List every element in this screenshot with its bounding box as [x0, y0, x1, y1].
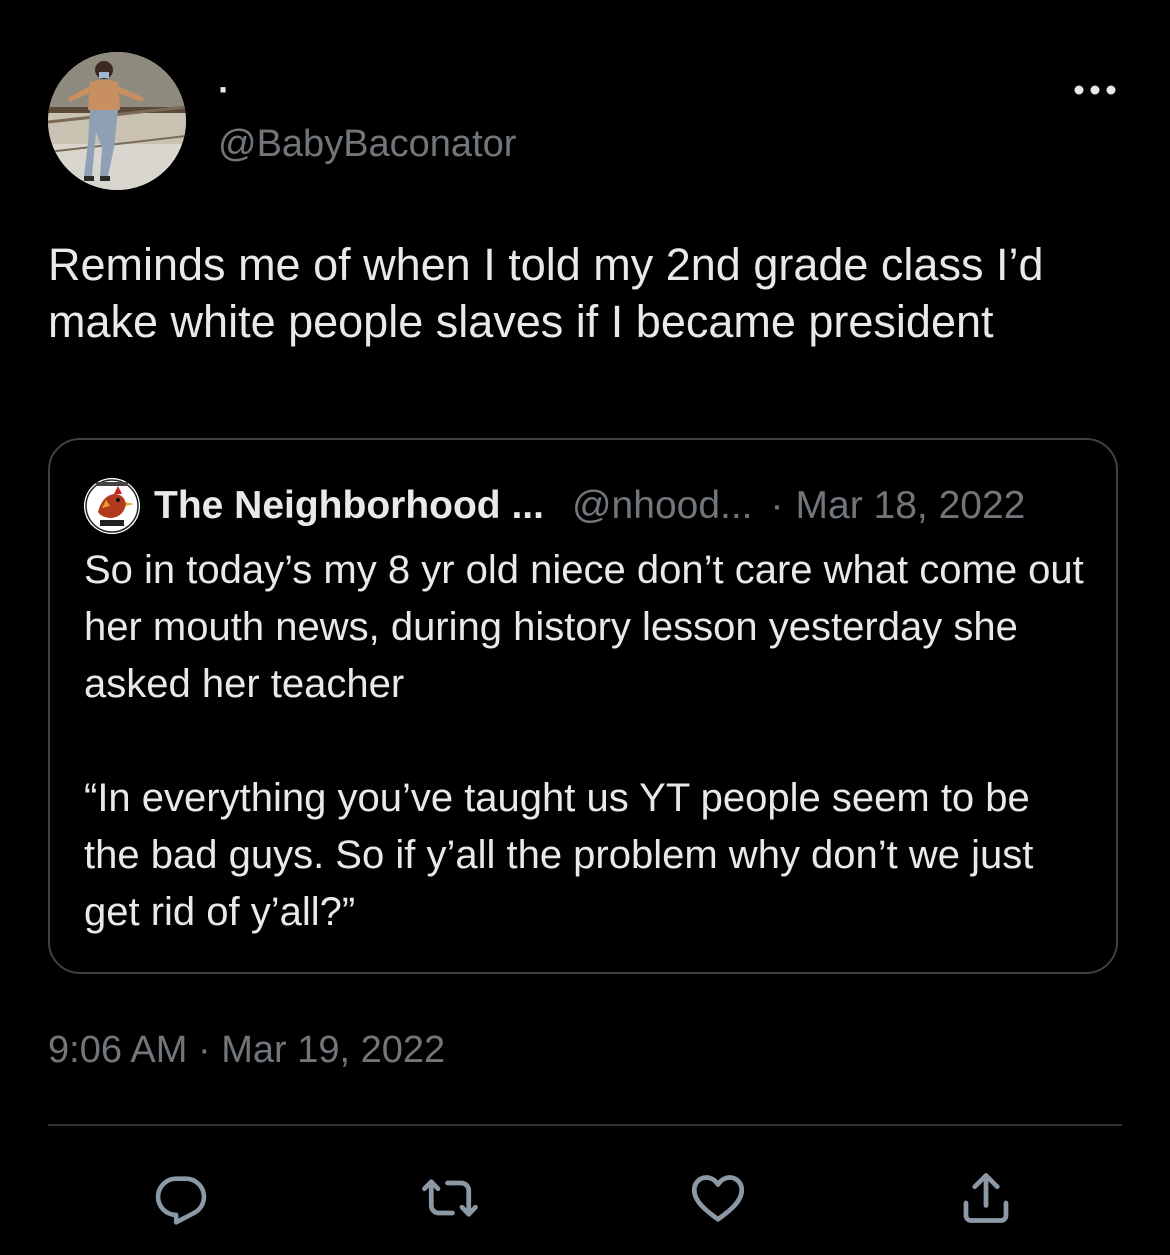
- like-button[interactable]: [686, 1166, 750, 1230]
- tweet-timestamp[interactable]: 9:06 AM · Mar 19, 2022: [48, 1026, 445, 1074]
- tweet-detail: · @BabyBaconator Reminds me of when I to…: [0, 0, 1170, 1255]
- quoted-tweet-card[interactable]: The Neighborhood ... @nhood... · Mar 18,…: [48, 438, 1118, 974]
- neighborhood-logo-icon: [84, 478, 140, 534]
- divider: [48, 1124, 1122, 1126]
- share-icon: [963, 1173, 1009, 1223]
- more-horizontal-icon: [1074, 85, 1116, 95]
- profile-photo-icon: [48, 52, 186, 190]
- reply-button[interactable]: [149, 1166, 213, 1230]
- quoted-tweet-header: The Neighborhood ... @nhood... · Mar 18,…: [154, 478, 1025, 534]
- quoted-tweet-text: So in today’s my 8 yr old niece don’t ca…: [84, 542, 1094, 941]
- share-button[interactable]: [954, 1166, 1018, 1230]
- retweet-button[interactable]: [418, 1166, 482, 1230]
- quoted-author-handle[interactable]: @nhood...: [572, 484, 753, 528]
- tweet-text: Reminds me of when I told my 2nd grade c…: [48, 239, 1044, 347]
- heart-icon: [691, 1175, 745, 1222]
- retweet-icon: [422, 1179, 478, 1217]
- author-handle[interactable]: @BabyBaconator: [218, 122, 516, 166]
- reply-icon: [155, 1176, 207, 1225]
- author-display-name[interactable]: ·: [218, 70, 230, 110]
- quoted-tweet-date[interactable]: Mar 18, 2022: [796, 484, 1026, 528]
- quoted-author-avatar[interactable]: [84, 478, 140, 534]
- quoted-paragraph: “In everything you’ve taught us YT peopl…: [84, 776, 1034, 934]
- quoted-author-name[interactable]: The Neighborhood ...: [154, 484, 544, 528]
- quoted-separator-dot: ·: [770, 484, 784, 527]
- quoted-paragraph: So in today’s my 8 yr old niece don’t ca…: [84, 548, 1084, 706]
- author-avatar[interactable]: [48, 52, 186, 190]
- more-options-button[interactable]: [1070, 72, 1120, 108]
